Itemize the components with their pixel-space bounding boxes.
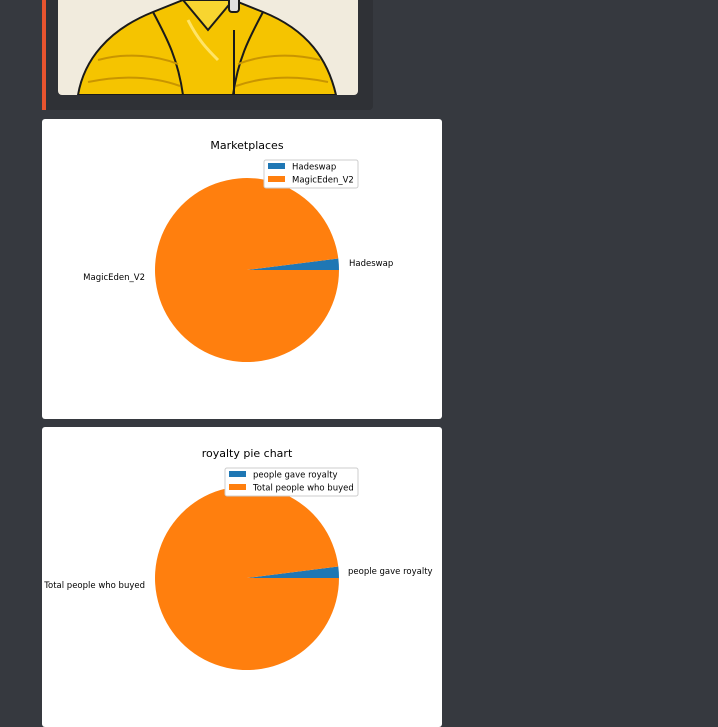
message-embed [42, 0, 373, 110]
legend-label-1: people gave royalty [253, 471, 338, 481]
legend-label-2: MagicEden_V2 [292, 176, 354, 186]
marketplaces-chart-card[interactable]: Hadeswap MagicEden_V2 Marketplaces Hadeswap… [42, 119, 442, 419]
legend-swatch-1 [229, 471, 246, 477]
chart-title: Marketplaces [210, 139, 283, 152]
slice-label-2: Total people who buyed [43, 581, 145, 591]
legend-swatch-2 [268, 176, 285, 182]
slice-label-2: MagicEden_V2 [83, 273, 145, 283]
royalty-pie-chart: people gave royalty Total people who buye… [43, 447, 433, 671]
pie-slice-2 [155, 486, 339, 671]
legend-label-2: Total people who buyed [252, 484, 354, 494]
yellow-puffer-jacket-image [58, 0, 358, 95]
legend-swatch-1 [268, 163, 285, 169]
chart-title: royalty pie chart [202, 447, 293, 460]
marketplaces-pie-chart: Hadeswap MagicEden_V2 Marketplaces Hadeswap… [83, 139, 393, 363]
slice-label-1: people gave royalty [348, 567, 433, 577]
pie-slice-2 [155, 178, 339, 363]
legend-label-1: Hadeswap [292, 163, 336, 173]
royalty-chart-card[interactable]: people gave royalty Total people who buye… [42, 427, 442, 727]
embed-image[interactable] [58, 0, 358, 95]
slice-label-1: Hadeswap [349, 259, 393, 269]
legend-swatch-2 [229, 484, 246, 490]
